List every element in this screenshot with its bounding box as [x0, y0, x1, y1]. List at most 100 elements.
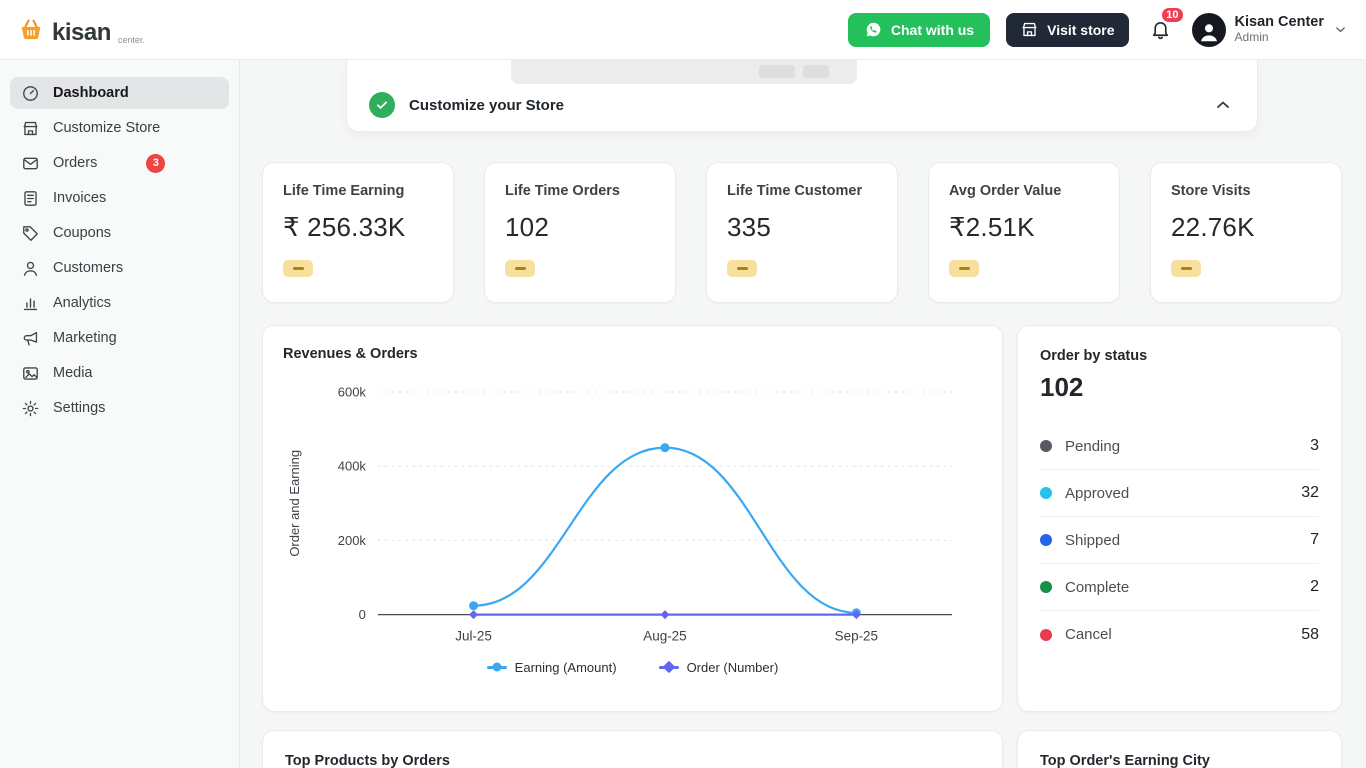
svg-text:0: 0 [359, 607, 366, 622]
chat-with-us-button[interactable]: Chat with us [847, 12, 991, 47]
status-dot [1040, 581, 1052, 593]
stat-card-lifetime-orders: Life Time Orders 102 [484, 162, 676, 303]
revenue-orders-chart: 600k 400k 200k 0 Jul-25 Aug-25 Sep-25 Order and… [283, 370, 982, 658]
stat-card-avg-order-value: Avg Order Value ₹2.51K [928, 162, 1120, 303]
status-dot [1040, 534, 1052, 546]
status-value: 32 [1301, 484, 1319, 501]
sidebar: Dashboard Customize Store Orders 3 Invoi… [0, 60, 240, 768]
status-dot [1040, 487, 1052, 499]
gear-icon [21, 399, 40, 418]
customize-store-header[interactable]: Customize your Store [347, 90, 1257, 131]
topbar-actions: Chat with us Visit store 10 Kisan Center… [847, 6, 1348, 47]
order-by-status-panel: Order by status 102 Pending 3 Approved 3… [1017, 325, 1342, 712]
svg-text:Jul-25: Jul-25 [455, 629, 492, 644]
stats-row: Life Time Earning ₹ 256.33K Life Time Or… [262, 162, 1342, 303]
stat-card-store-visits: Store Visits 22.76K [1150, 162, 1342, 303]
sidebar-item-dashboard[interactable]: Dashboard [10, 77, 229, 109]
stat-label: Life Time Orders [505, 183, 620, 199]
status-label: Cancel [1065, 626, 1112, 643]
status-value: 58 [1301, 625, 1319, 643]
stat-value: ₹ 256.33K [283, 212, 406, 242]
legend-marker-diamond [662, 660, 675, 674]
svg-text:200k: 200k [338, 533, 367, 548]
minus-icon [292, 267, 304, 270]
sidebar-item-settings[interactable]: Settings [10, 392, 229, 424]
sidebar-item-customize-store[interactable]: Customize Store [10, 112, 229, 144]
status-row-cancel: Cancel 58 [1040, 611, 1319, 658]
chart-title: Revenues & Orders [283, 346, 418, 362]
brand-logo[interactable]: kisan center. [16, 15, 145, 45]
ghost-chip [803, 65, 829, 78]
status-dot [1040, 628, 1052, 641]
user-menu[interactable]: Kisan Center Admin [1191, 12, 1348, 47]
stat-label: Store Visits [1171, 183, 1251, 199]
sidebar-item-label: Invoices [53, 190, 107, 206]
chart-legend: Earning (Amount) Order (Number) [283, 660, 982, 675]
sidebar-item-label: Coupons [53, 225, 112, 241]
sidebar-item-coupons[interactable]: Coupons [10, 217, 229, 249]
svg-text:Order and Earning: Order and Earning [287, 450, 302, 557]
sidebar-item-label: Customize Store [53, 120, 161, 136]
top-earning-city-panel: Top Order's Earning City [1017, 730, 1342, 768]
legend-marker-dot [492, 662, 502, 672]
trend-pill [949, 260, 979, 277]
minus-icon [514, 267, 526, 270]
stat-value: 22.76K [1171, 212, 1255, 242]
top-earning-city-title: Top Order's Earning City [1040, 753, 1210, 768]
notification-count-badge: 10 [1160, 6, 1185, 24]
svg-text:400k: 400k [338, 459, 367, 474]
storefront-icon [1020, 20, 1039, 39]
sidebar-item-label: Marketing [53, 330, 117, 346]
basket-icon [16, 15, 46, 45]
sidebar-item-label: Orders [53, 155, 98, 171]
storefront-icon [21, 119, 40, 138]
sidebar-item-marketing[interactable]: Marketing [10, 322, 229, 354]
status-panel-title: Order by status [1040, 348, 1148, 364]
status-value: 7 [1310, 531, 1319, 548]
status-row-shipped: Shipped 7 [1040, 517, 1319, 564]
sidebar-item-label: Customers [53, 260, 124, 276]
person-icon [21, 259, 40, 278]
legend-item-orders[interactable]: Order (Number) [658, 660, 778, 675]
chat-button-label: Chat with us [890, 21, 975, 38]
sidebar-item-customers[interactable]: Customers [10, 252, 229, 284]
sidebar-item-media[interactable]: Media [10, 357, 229, 389]
sidebar-item-orders[interactable]: Orders 3 [10, 147, 229, 179]
status-value: 2 [1310, 578, 1319, 595]
top-products-title: Top Products by Orders [285, 753, 450, 768]
minus-icon [958, 267, 970, 270]
charts-row: Revenues & Orders 600k 400k 200k 0 Jul-25 Aug… [262, 325, 1342, 712]
trend-pill [505, 260, 535, 277]
avatar [1191, 12, 1226, 47]
bar-chart-icon [21, 294, 40, 313]
whatsapp-icon [864, 20, 883, 39]
status-label: Approved [1065, 484, 1130, 502]
sidebar-item-analytics[interactable]: Analytics [10, 287, 229, 319]
visit-store-button[interactable]: Visit store [1006, 12, 1129, 47]
trend-pill [283, 260, 313, 277]
megaphone-icon [21, 329, 40, 348]
stat-value: 335 [727, 212, 771, 242]
sidebar-item-invoices[interactable]: Invoices [10, 182, 229, 214]
svg-text:Sep-25: Sep-25 [835, 629, 878, 644]
chevron-down-icon [1333, 22, 1348, 37]
dashboard-icon [21, 84, 40, 103]
sidebar-item-label: Analytics [53, 295, 112, 311]
trend-pill [727, 260, 757, 277]
collapsed-panel-remnant [511, 60, 857, 84]
ghost-chip [759, 65, 795, 78]
minus-icon [736, 267, 748, 270]
legend-marker-line [486, 662, 507, 672]
sidebar-item-label: Dashboard [53, 85, 129, 101]
user-role: Admin [1234, 29, 1269, 44]
legend-label: Earning (Amount) [514, 659, 617, 675]
notifications-button[interactable]: 10 [1145, 6, 1185, 45]
legend-item-earning[interactable]: Earning (Amount) [486, 659, 617, 675]
check-circle-icon [369, 92, 395, 118]
stat-label: Life Time Customer [727, 183, 863, 199]
chevron-up-icon[interactable] [1213, 95, 1233, 115]
mail-icon [21, 154, 40, 173]
orders-count-badge: 3 [146, 153, 166, 173]
bottom-row: Top Products by Orders Top Order's Earni… [262, 730, 1342, 768]
status-label: Complete [1065, 578, 1130, 596]
